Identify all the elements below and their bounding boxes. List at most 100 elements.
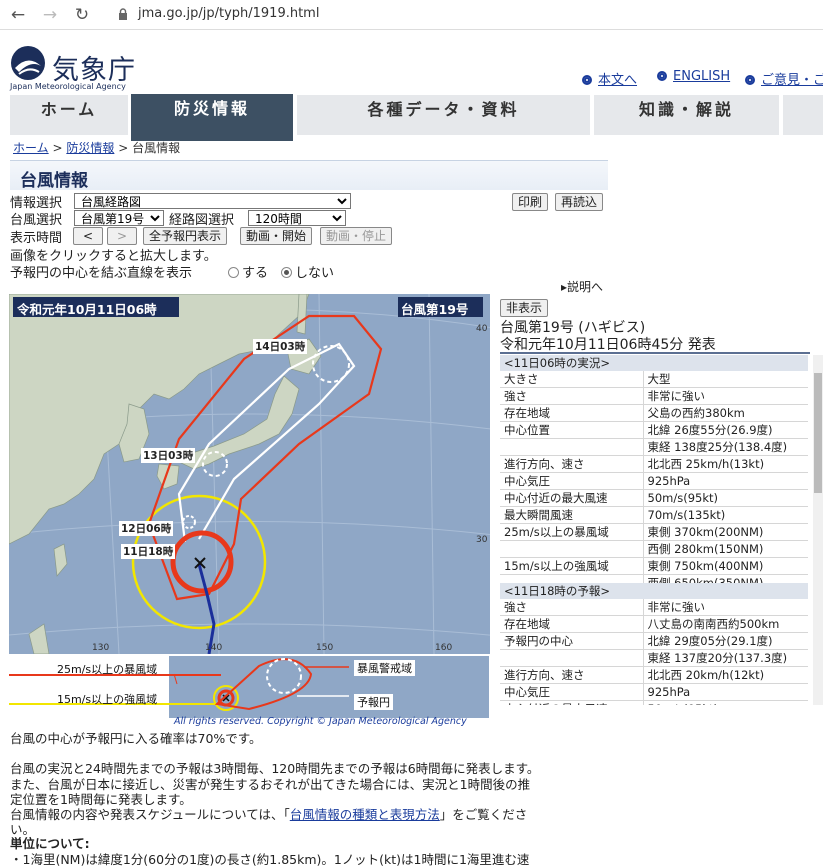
browser-toolbar: ← → ↻ jma.go.jp/jp/typh/1919.html: [0, 0, 823, 30]
radio-no[interactable]: しない: [281, 262, 334, 281]
table-row: 東経 137度20分(137.3度): [500, 649, 808, 667]
table-row: 存在地域 八丈島の南南西約500km: [500, 615, 808, 633]
link-english[interactable]: ENGLISH: [657, 69, 730, 84]
row-key: 15m/s以上の強風域: [500, 557, 644, 575]
current-table: 大きさ 大型 強さ 非常に強い 存在地域 父島の西約380km 中心位置 北緯 26度55分(…: [500, 371, 808, 592]
table-row: 進行方向、速さ 北北西 20km/h(12kt): [500, 666, 808, 684]
address-bar[interactable]: jma.go.jp/jp/typh/1919.html: [138, 6, 319, 21]
nav-tab-data[interactable]: 各種データ・資料: [297, 95, 590, 135]
typhoon-map[interactable]: 令和元年10月11日06時 台風第19号 14日03時 13日03時 12日06…: [9, 294, 490, 730]
map-date-label: 令和元年10月11日06時: [17, 302, 157, 317]
row-key: 存在地域: [500, 404, 644, 422]
scrollbar-thumb[interactable]: [814, 373, 822, 493]
all-forecast-button[interactable]: 全予報円表示: [143, 227, 228, 245]
row-key: 中心気圧: [500, 472, 644, 490]
row-value: 50m/s(95kt): [643, 700, 808, 705]
nav-tab-home[interactable]: ホーム: [10, 95, 128, 135]
breadcrumb-home[interactable]: ホーム: [13, 141, 49, 155]
time-label: 表示時間: [10, 231, 63, 246]
lon-label: 150: [316, 643, 334, 653]
info-select[interactable]: 台風経路図: [74, 193, 351, 209]
route-select[interactable]: 120時間: [248, 210, 346, 226]
row-key: 中心付近の最大風速: [500, 700, 644, 705]
legend-strong: 15m/s以上の強風域: [57, 693, 158, 706]
row-key: 強さ: [500, 599, 644, 616]
breadcrumb-bosai[interactable]: 防災情報: [66, 141, 114, 155]
time-label-12d: 12日06時: [119, 521, 174, 536]
lon-label: 140: [205, 643, 223, 653]
animation-stop-button[interactable]: 動画・停止: [320, 227, 393, 245]
breadcrumb: ホーム > 防災情報 > 台風情報: [13, 139, 180, 156]
next-button[interactable]: >: [107, 227, 137, 245]
table-row: 大きさ 大型: [500, 371, 808, 388]
forward-arrow-icon[interactable]: →: [40, 5, 60, 25]
table-row: 15m/s以上の強風域 東側 750km(400NM): [500, 557, 808, 575]
print-button[interactable]: 印刷: [512, 193, 549, 211]
row-value: 東経 137度20分(137.3度): [643, 649, 808, 667]
issued-time: 令和元年10月11日06時45分 発表: [500, 337, 716, 353]
reload-icon[interactable]: ↻: [72, 5, 92, 25]
typhoon-info-link[interactable]: 台風情報の種類と表現方法: [290, 807, 440, 822]
time-label-14d: 14日03時: [253, 339, 308, 354]
current-section-header: <11日06時の実況>: [500, 355, 808, 371]
bullet-icon: [582, 75, 592, 85]
link-feedback[interactable]: ご意見・ご: [745, 69, 823, 88]
row-key: 進行方向、速さ: [500, 666, 644, 684]
row-value: 70m/s(135kt): [643, 506, 808, 524]
info-panel: 非表示 台風第19号 (ハギビス) 令和元年10月11日06時45分 発表 <1…: [496, 295, 823, 705]
row-key: 最大瞬間風速: [500, 506, 644, 524]
map-legend: 25m/s以上の暴風域 15m/s以上の強風域 暴風警戒域 予報円 All ri…: [9, 654, 490, 730]
row-key: 進行方向、速さ: [500, 455, 644, 473]
typhoon-select[interactable]: 台風第19号: [74, 210, 164, 226]
map-typhoon-label: 台風第19号: [401, 302, 469, 317]
row-value: 北緯 29度05分(29.1度): [643, 632, 808, 650]
hide-button[interactable]: 非表示: [500, 299, 549, 317]
nav-tab-more[interactable]: [783, 95, 823, 135]
row-key: 強さ: [500, 387, 644, 405]
forecast-section-header: <11日18時の予報>: [500, 583, 808, 599]
explain-link[interactable]: ▸説明へ: [561, 278, 603, 295]
row-key: [500, 438, 644, 456]
lon-label: 130: [92, 643, 110, 653]
panel-scrollbar[interactable]: [813, 355, 823, 705]
row-key: 大きさ: [500, 371, 644, 388]
table-row: 中心位置 北緯 26度55分(26.9度): [500, 421, 808, 439]
row-value: 西側 280km(150NM): [643, 540, 808, 558]
back-arrow-icon[interactable]: ←: [8, 5, 28, 25]
logo-subtitle: Japan Meteorological Agency: [10, 82, 126, 91]
forecast-table: 強さ 非常に強い 存在地域 八丈島の南南西約500km 予報円の中心 北緯 29度05分(…: [500, 599, 808, 705]
breadcrumb-current: 台風情報: [132, 141, 181, 155]
row-key: 存在地域: [500, 615, 644, 633]
title-bar: 台風情報: [10, 160, 608, 191]
nav-tab-bosai[interactable]: 防災情報: [131, 94, 293, 141]
row-value: 大型: [643, 371, 808, 388]
table-row: 存在地域 父島の西約380km: [500, 404, 808, 422]
table-row: 中心気圧 925hPa: [500, 683, 808, 701]
row-value: 東側 370km(200NM): [643, 523, 808, 541]
prev-button[interactable]: <: [73, 227, 103, 245]
table-row: 25m/s以上の暴風域 東側 370km(200NM): [500, 523, 808, 541]
lon-label: 160: [435, 643, 453, 653]
radio-yes[interactable]: する: [228, 262, 268, 281]
row-key: 予報円の中心: [500, 632, 644, 650]
lat-label: 40: [476, 324, 488, 334]
animation-start-button[interactable]: 動画・開始: [240, 227, 313, 245]
row-value: 北緯 26度55分(26.9度): [643, 421, 808, 439]
table-row: 進行方向、速さ 北北西 25km/h(13kt): [500, 455, 808, 473]
time-label-13d: 13日03時: [141, 448, 196, 463]
row-value: 925hPa: [643, 683, 808, 701]
link-honbun[interactable]: 本文へ: [582, 69, 637, 88]
nav-tab-knowledge[interactable]: 知識・解説: [594, 95, 779, 135]
row-key: 25m/s以上の暴風域: [500, 523, 644, 541]
table-row: 中心付近の最大風速50m/s(95kt): [500, 700, 808, 705]
radio-icon: [228, 267, 239, 278]
lock-icon: [119, 8, 127, 20]
probability-text: 台風の中心が予報円に入る確率は70%です。: [10, 731, 262, 746]
table-row: 中心気圧 925hPa: [500, 472, 808, 490]
reload-button[interactable]: 再読込: [555, 193, 604, 211]
body-paragraph-1: 台風の実況と24時間先までの予報は3時間毎、120時間先までの予報は6時間毎に発…: [10, 761, 540, 776]
jma-logo-icon[interactable]: [9, 44, 47, 82]
page-title: 台風情報: [20, 171, 88, 191]
table-row: 東経 138度25分(138.4度): [500, 438, 808, 456]
breadcrumb-separator: >: [118, 141, 129, 155]
